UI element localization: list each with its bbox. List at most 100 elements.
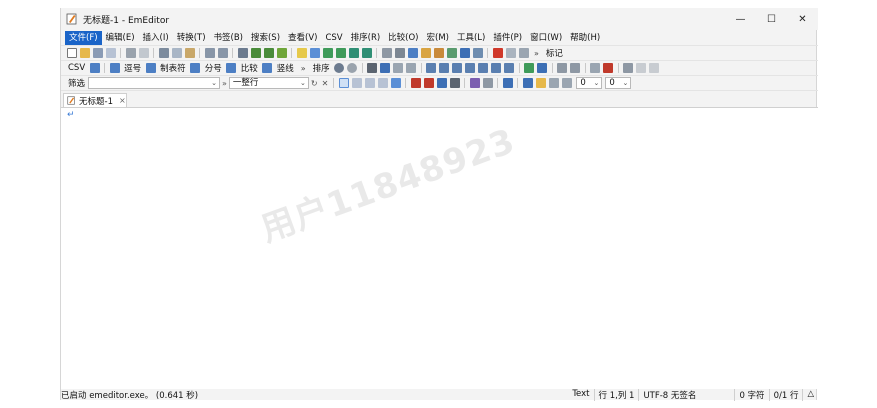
csv-toolbar-overflow-icon[interactable]: » [301,64,306,73]
sort-numeric-asc-icon[interactable] [452,63,463,73]
split-column-icon[interactable] [537,63,548,73]
redo-icon[interactable] [217,48,228,58]
status-position[interactable]: 行 1,列 1 [593,389,639,401]
csv-mode-icon[interactable] [322,48,333,58]
table-icon[interactable] [348,48,359,58]
save-all-icon[interactable] [105,48,116,58]
unfreeze-icon[interactable] [649,63,660,73]
negative-filter-icon[interactable] [436,78,447,88]
sort-ascending-icon[interactable] [426,63,437,73]
filter-toggle-icon[interactable] [309,48,320,58]
lock-icon[interactable] [535,78,546,88]
filter-text-combo[interactable]: ⌄ [88,77,221,89]
find-next-icon[interactable] [250,48,261,58]
tab-mode-button[interactable]: 制表符 [160,62,186,74]
pipe-mode-icon[interactable] [262,63,273,73]
match-case-icon[interactable] [351,78,362,88]
color-icon[interactable] [433,48,444,58]
menu-edit[interactable]: 编辑(E) [102,31,139,45]
save-icon[interactable] [92,48,103,58]
close-tab-icon[interactable]: × [119,96,126,105]
align-right-icon[interactable] [603,63,614,73]
semicolon-mode-icon[interactable] [190,63,201,73]
bookmark-filter-icon[interactable] [469,78,480,88]
comma-mode-icon[interactable] [109,63,120,73]
freeze-icon[interactable] [636,63,647,73]
lines-before-icon[interactable] [548,78,559,88]
grid-icon[interactable] [335,48,346,58]
lines-after-combo[interactable]: 0 ⌄ [605,77,632,89]
column-icon[interactable] [361,48,372,58]
menu-convert[interactable]: 转换(T) [173,31,210,45]
filter-clear-icon[interactable]: ✕ [322,79,329,88]
menu-tools[interactable]: 工具(L) [453,31,489,45]
menu-bookmarks[interactable]: 书签(B) [210,31,247,45]
maximize-button[interactable]: ☐ [756,8,787,30]
pipe-mode-button[interactable]: 竖线 [277,62,294,74]
sort-date-icon[interactable] [504,63,515,73]
chevron-down-icon[interactable]: ⌄ [211,78,217,88]
menu-view[interactable]: 查看(V) [284,31,321,45]
tree-icon[interactable] [472,48,483,58]
join-columns-icon[interactable] [524,63,535,73]
sort-length-desc-icon[interactable] [491,63,502,73]
column-right-icon[interactable] [406,63,417,73]
menu-help[interactable]: 帮助(H) [566,31,604,45]
minimize-button[interactable]: — [725,8,756,30]
filter-scope-combo[interactable]: 一整行 ⌄ [228,77,309,89]
delete-column-icon[interactable] [570,63,581,73]
sort-length-asc-icon[interactable] [478,63,489,73]
replace-icon[interactable] [276,48,287,58]
sort-stop-icon[interactable] [347,63,358,73]
comma-mode-button[interactable]: 逗号 [124,62,141,74]
column-left-icon[interactable] [393,63,404,73]
align-left-icon[interactable] [590,63,601,73]
filter-search-icon[interactable] [338,78,349,88]
filter-column-icon[interactable] [449,78,460,88]
chevron-down-icon[interactable]: ⌄ [622,78,628,88]
filter-refresh-icon[interactable]: ↻ [311,79,318,88]
menu-macros[interactable]: 宏(M) [423,31,453,45]
tab-untitled-1[interactable]: 无标题-1 × [63,93,127,107]
sort-descending-icon[interactable] [439,63,450,73]
menu-csv[interactable]: CSV [321,31,346,45]
status-encoding[interactable]: UTF-8 无签名 [638,389,734,401]
menu-search[interactable]: 搜索(S) [247,31,284,45]
font-icon[interactable] [420,48,431,58]
no-sort-icon[interactable] [367,63,378,73]
menu-sort[interactable]: 排序(R) [347,31,385,45]
close-button[interactable]: ✕ [787,8,818,30]
copy-filter-icon[interactable] [482,78,493,88]
chevron-down-icon[interactable]: ⌄ [593,78,599,88]
play-macro-icon[interactable] [505,48,516,58]
fuzzy-icon[interactable] [390,78,401,88]
chevron-down-icon[interactable]: ⌄ [300,78,306,88]
properties-icon[interactable] [394,48,405,58]
match-word-icon[interactable] [364,78,375,88]
print-preview-icon[interactable] [138,48,149,58]
menu-plugins[interactable]: 插件(P) [489,31,526,45]
outline-icon[interactable] [459,48,470,58]
csv-normal-mode-icon[interactable] [89,63,100,73]
font-size-increase-icon[interactable] [410,78,421,88]
compare-mode-button[interactable]: 比较 [241,62,258,74]
paste-icon[interactable] [184,48,195,58]
new-file-icon[interactable] [66,48,77,58]
tab-mode-icon[interactable] [145,63,156,73]
keyboard-icon[interactable] [381,48,392,58]
find-prev-icon[interactable] [263,48,274,58]
find-icon[interactable] [237,48,248,58]
toolbar-overflow-icon[interactable]: » [534,49,539,58]
compare-mode-icon[interactable] [226,63,237,73]
macro-icon[interactable] [407,48,418,58]
menu-file[interactable]: 文件(F) [65,30,102,45]
add-filter-icon[interactable] [502,78,513,88]
lines-before-combo[interactable]: 0 ⌄ [576,77,603,89]
open-file-icon[interactable] [79,48,90,58]
filter-list-icon[interactable] [522,78,533,88]
record-macro-icon[interactable] [492,48,503,58]
undo-icon[interactable] [204,48,215,58]
filter-options-icon[interactable]: » [222,79,227,88]
semicolon-mode-button[interactable]: 分号 [205,62,222,74]
menu-insert[interactable]: 插入(I) [139,31,173,45]
